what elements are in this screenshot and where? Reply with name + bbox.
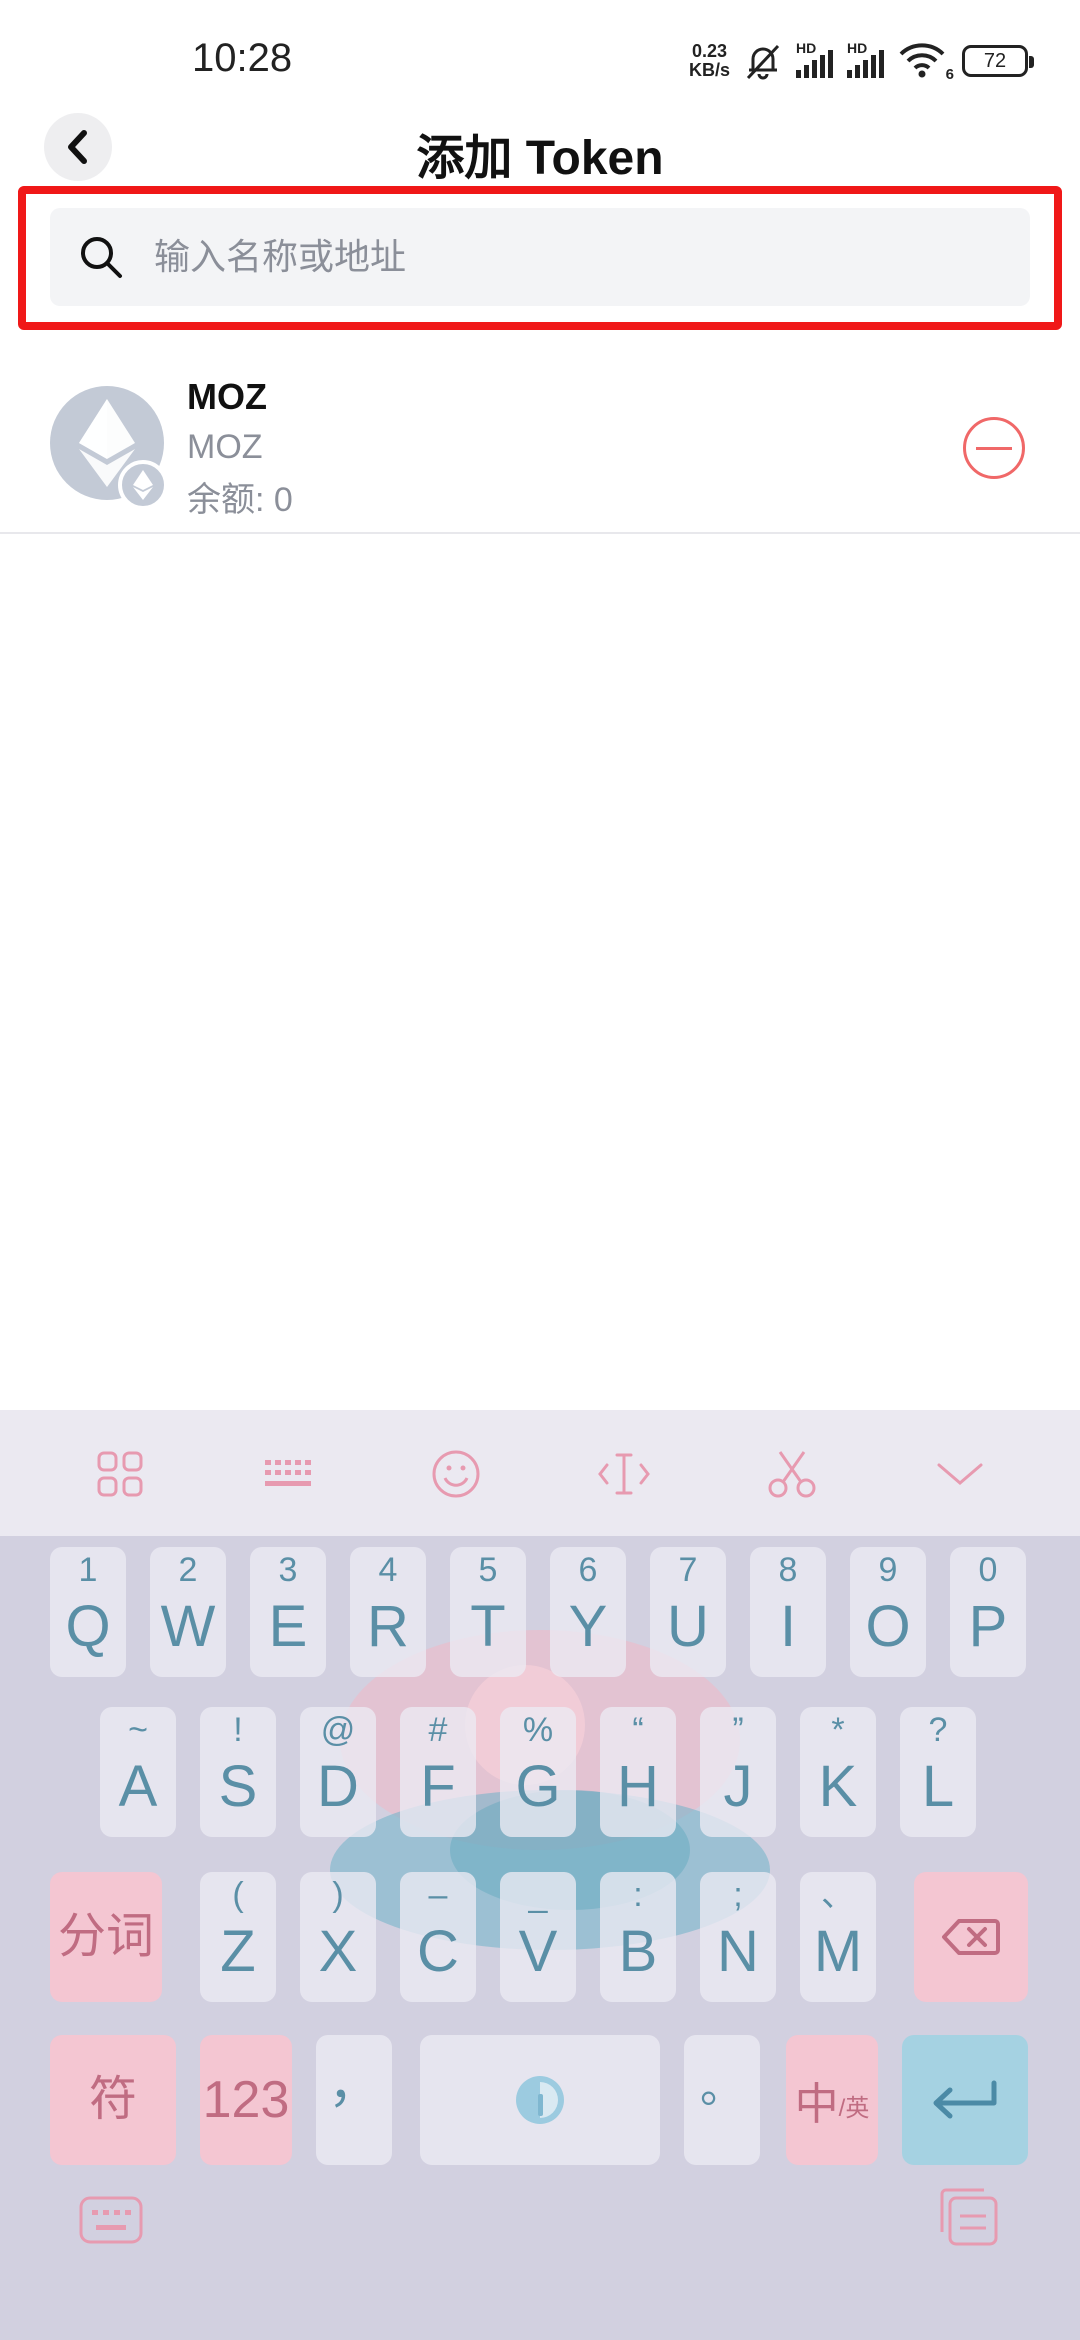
token-list-item[interactable]: MOZ MOZ 余额: 0 bbox=[0, 360, 1080, 534]
key-j[interactable]: ” J bbox=[700, 1707, 776, 1837]
keyboard-layout-icon[interactable] bbox=[260, 1446, 316, 1502]
key-u[interactable]: 7U bbox=[650, 1547, 726, 1677]
network-speed-unit: KB/s bbox=[688, 60, 730, 80]
remove-token-button[interactable] bbox=[963, 417, 1025, 479]
period-key[interactable]: 。 bbox=[684, 2035, 760, 2165]
ethereum-small-icon bbox=[133, 470, 153, 500]
keyboard-toolbar bbox=[0, 1410, 1080, 1536]
clipboard-icon[interactable] bbox=[936, 2184, 1002, 2250]
search-input[interactable] bbox=[154, 236, 974, 278]
space-key[interactable] bbox=[420, 2035, 660, 2165]
network-speed: 0.23 KB/s bbox=[689, 42, 730, 80]
key-n[interactable]: ; N bbox=[700, 1872, 776, 2002]
status-icons: 0.23 KB/s HD HD 6 72 bbox=[689, 36, 1034, 86]
collapse-chevron-icon[interactable] bbox=[932, 1446, 988, 1502]
cell-signal-1-icon: HD bbox=[796, 40, 833, 78]
soft-keyboard: 1Q 2W 3E 4R 5T 6Y 7U 8I 9O 0P ~ A ! S @ D #… bbox=[0, 1410, 1080, 2340]
cell-signal-2-icon: HD bbox=[847, 40, 884, 78]
remove-circle-icon bbox=[976, 446, 1012, 450]
key-i[interactable]: 8I bbox=[750, 1547, 826, 1677]
token-name: MOZ bbox=[187, 376, 267, 417]
key-m[interactable]: 、 M bbox=[800, 1872, 876, 2002]
key-q[interactable]: 1Q bbox=[50, 1547, 126, 1677]
key-t[interactable]: 5T bbox=[450, 1547, 526, 1677]
key-x[interactable]: ) X bbox=[300, 1872, 376, 2002]
key-d[interactable]: @ D bbox=[300, 1707, 376, 1837]
apps-grid-icon[interactable] bbox=[92, 1446, 148, 1502]
key-y[interactable]: 6Y bbox=[550, 1547, 626, 1677]
page-title: 添加 Token bbox=[416, 132, 664, 185]
signal-hd-label: HD bbox=[796, 40, 817, 56]
signal-hd-label: HD bbox=[847, 40, 868, 56]
status-bar: 10:28 0.23 KB/s HD HD 6 72 bbox=[0, 0, 1080, 110]
key-v[interactable]: _ V bbox=[500, 1872, 576, 2002]
key-h[interactable]: “H bbox=[600, 1707, 676, 1837]
search-box[interactable] bbox=[50, 208, 1030, 306]
backspace-key[interactable] bbox=[914, 1872, 1028, 2002]
token-balance: 余额: 0 bbox=[187, 472, 293, 521]
numbers-key[interactable]: 123 bbox=[200, 2035, 292, 2165]
key-l[interactable]: ? L bbox=[900, 1707, 976, 1837]
symbols-key[interactable]: 符 bbox=[50, 2035, 176, 2165]
balance-label: 余额: bbox=[187, 481, 265, 519]
key-g[interactable]: % G bbox=[500, 1707, 576, 1837]
key-o[interactable]: 9O bbox=[850, 1547, 926, 1677]
backspace-icon bbox=[942, 1919, 1000, 1955]
split-word-key[interactable]: 分词 bbox=[50, 1872, 162, 2002]
enter-key[interactable] bbox=[902, 2035, 1028, 2165]
wifi-icon: 6 bbox=[898, 41, 954, 83]
status-time: 10:28 bbox=[192, 36, 293, 80]
key-r[interactable]: 4R bbox=[350, 1547, 426, 1677]
key-c[interactable]: – C bbox=[400, 1872, 476, 2002]
network-badge bbox=[118, 460, 168, 510]
key-z[interactable]: (Z bbox=[200, 1872, 276, 2002]
key-w[interactable]: 2W bbox=[150, 1547, 226, 1677]
network-speed-value: 0.23 bbox=[691, 41, 728, 61]
wifi-label: 6 bbox=[945, 66, 954, 83]
mute-bell-icon bbox=[746, 44, 780, 80]
keyboard-switch-icon[interactable] bbox=[78, 2192, 144, 2248]
language-switch-key[interactable]: 中/英 bbox=[786, 2035, 878, 2165]
key-a[interactable]: ~ A bbox=[100, 1707, 176, 1837]
enter-icon bbox=[933, 2080, 997, 2119]
battery-icon: 72 bbox=[962, 45, 1034, 77]
search-icon bbox=[76, 232, 126, 282]
key-f[interactable]: # F bbox=[400, 1707, 476, 1837]
key-b[interactable]: :B bbox=[600, 1872, 676, 2002]
key-e[interactable]: 3E bbox=[250, 1547, 326, 1677]
comma-key[interactable]: ， bbox=[316, 2035, 392, 2165]
emoji-icon[interactable] bbox=[428, 1446, 484, 1502]
cursor-icon[interactable] bbox=[596, 1446, 652, 1502]
key-p[interactable]: 0P bbox=[950, 1547, 1026, 1677]
key-k[interactable]: * K bbox=[800, 1707, 876, 1837]
key-s[interactable]: ! S bbox=[200, 1707, 276, 1837]
balance-value: 0 bbox=[273, 481, 293, 519]
scissors-icon[interactable] bbox=[764, 1446, 820, 1502]
mic-logo-icon bbox=[516, 2076, 564, 2124]
token-symbol: MOZ bbox=[187, 428, 263, 466]
